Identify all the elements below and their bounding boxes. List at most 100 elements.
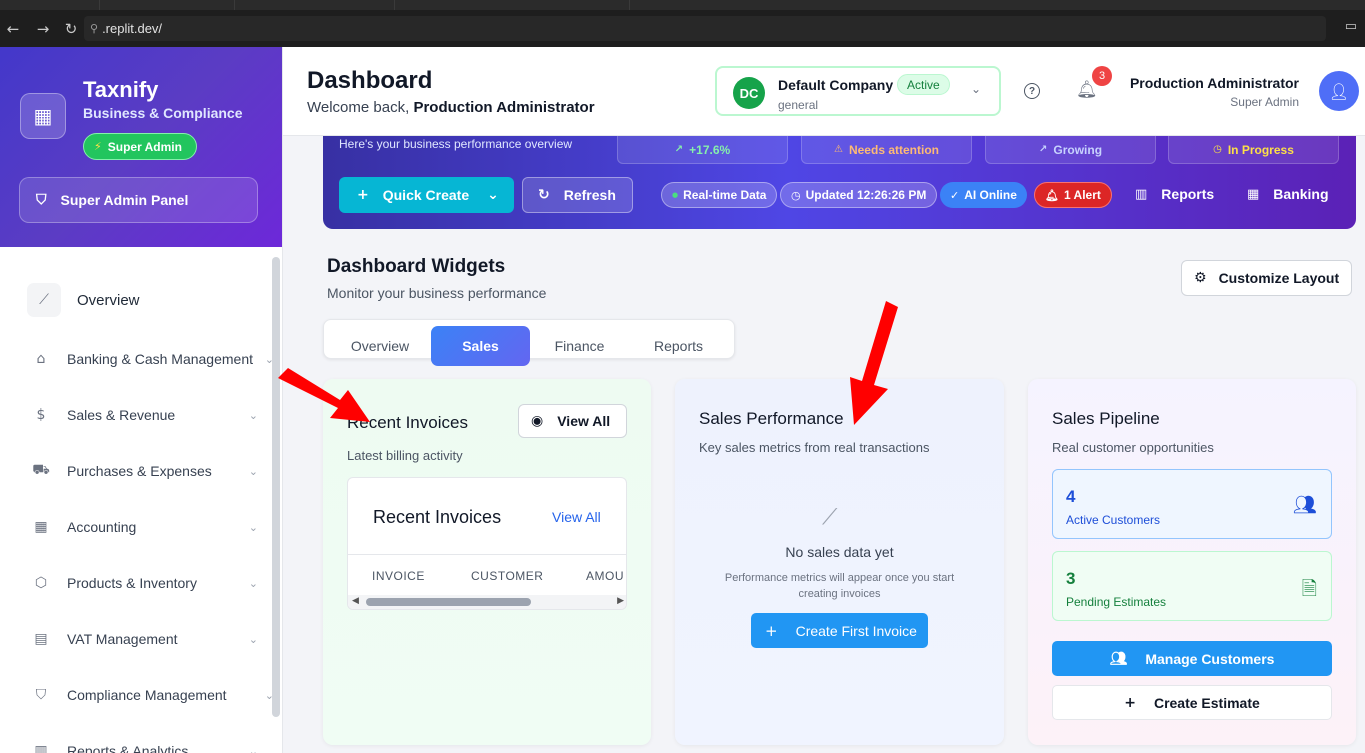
reload-icon[interactable]: ↻ (60, 20, 82, 38)
column-header: AMOU (586, 569, 624, 583)
sidebar-item-label: VAT Management (67, 631, 178, 647)
stat-progress: ◷ In Progress (1168, 136, 1339, 164)
divider (348, 554, 626, 555)
clock-icon: ◷ (1213, 144, 1222, 155)
sidebar-item-compliance[interactable]: ⛉ Compliance Management ⌄ (27, 678, 274, 712)
sidebar-nav: ⟋ Overview ⌂ Banking & Cash Management ⌄… (0, 247, 282, 753)
view-all-label: View All (557, 413, 611, 429)
chevron-down-icon: ⌄ (248, 408, 258, 422)
sidebar-item-label: Reports & Analytics (67, 743, 189, 753)
sidebar-item-label: Sales & Revenue (67, 407, 176, 423)
create-estimate-button[interactable]: + Create Estimate (1052, 685, 1332, 720)
active-customers-stat[interactable]: 4 Active Customers 👥︎ (1052, 469, 1332, 539)
chevron-down-icon: ⌄ (248, 464, 258, 478)
pending-estimates-count: 3 (1066, 569, 1076, 588)
ai-label: AI Online (964, 188, 1017, 202)
browser-tab[interactable] (100, 0, 235, 10)
company-selector[interactable]: DC Default Company Active general ⌄ (715, 66, 1001, 116)
refresh-button[interactable]: ↻ Refresh (522, 177, 633, 213)
scrollbar-thumb[interactable] (366, 598, 531, 606)
sidebar-item-banking[interactable]: ⌂ Banking & Cash Management ⌄ (27, 342, 274, 376)
reports-link[interactable]: ▥ Reports (1135, 186, 1214, 202)
users-icon: 👥︎ (1292, 494, 1317, 516)
eye-icon: ◉ (531, 413, 544, 429)
sidebar-item-purchases[interactable]: ⛟ Purchases & Expenses ⌄ (27, 454, 262, 488)
alert-badge[interactable]: 🔔︎ 1 Alert (1034, 182, 1112, 208)
card-title: Sales Pipeline (1052, 409, 1160, 428)
manage-customers-label: Manage Customers (1145, 650, 1275, 667)
url-field[interactable]: ⚲ .replit.dev/ (84, 16, 1326, 41)
chevron-down-icon: ⌄ (248, 520, 258, 534)
chart-line-icon: ⟋ (27, 283, 61, 317)
truck-icon: ⛟ (32, 462, 50, 478)
clock-icon: ◷ (791, 188, 801, 202)
forward-icon[interactable]: → (32, 20, 54, 38)
browser-tab[interactable] (0, 0, 100, 10)
notification-count-badge: 3 (1092, 66, 1112, 86)
refresh-icon: ↻ (538, 187, 550, 203)
realtime-badge: ● Real-time Data (661, 182, 778, 208)
sidebar-item-reports[interactable]: ▥ Reports & Analytics ⌄ (27, 734, 262, 753)
back-icon[interactable]: ← (2, 20, 24, 38)
chevron-down-icon: ⌄ (248, 632, 258, 646)
check-circle-icon: ✓ (950, 188, 960, 202)
performance-hero: Here's your business performance overvie… (323, 136, 1356, 229)
stat-attention: ⚠ Needs attention (801, 136, 972, 164)
tab-sales[interactable]: Sales (431, 326, 530, 366)
sidebar-item-accounting[interactable]: ▦ Accounting ⌄ (27, 510, 262, 544)
sales-performance-card: Sales Performance Key sales metrics from… (675, 379, 1004, 745)
plus-icon: + (357, 187, 369, 203)
banking-link[interactable]: ▦ Banking (1247, 186, 1329, 202)
sidebar-item-sales[interactable]: $ Sales & Revenue ⌄ (27, 398, 262, 432)
bar-chart-icon: ▥ (1135, 186, 1148, 202)
company-avatar: DC (733, 77, 765, 109)
stat-label: Growing (1053, 142, 1103, 157)
browser-tab[interactable] (395, 0, 630, 10)
tab-reports[interactable]: Reports (629, 326, 728, 366)
tab-finance[interactable]: Finance (530, 326, 629, 366)
company-type: general (778, 98, 819, 112)
scroll-right-icon[interactable]: ▶ (617, 596, 624, 606)
table-horizontal-scrollbar[interactable]: ◀ ▶ (348, 595, 626, 609)
reports-label: Reports (1161, 186, 1215, 202)
stat-growth: ↗ +17.6% (617, 136, 788, 164)
create-first-invoice-button[interactable]: + Create First Invoice (751, 613, 928, 648)
pending-estimates-stat[interactable]: 3 Pending Estimates 🗎︎ (1052, 551, 1332, 621)
overview-text: Here's your business performance overvie… (339, 137, 573, 151)
document-icon: 🗎︎ (1301, 578, 1317, 600)
box-icon: ⬡ (34, 575, 48, 591)
help-icon[interactable]: ? (1024, 83, 1040, 99)
chevron-down-icon: ⌄ (970, 82, 981, 96)
sidebar-item-vat[interactable]: ▤ VAT Management ⌄ (27, 622, 262, 656)
sidebar-scrollbar[interactable] (272, 257, 280, 717)
view-all-link[interactable]: View All (552, 509, 601, 525)
shield-icon: ⛉ (35, 687, 47, 703)
sales-pipeline-card: Sales Pipeline Real customer opportuniti… (1028, 379, 1356, 745)
bolt-icon: ⚡ (94, 140, 102, 153)
role-badge: ⚡ Super Admin (83, 133, 197, 160)
manage-customers-button[interactable]: 👥︎ Manage Customers (1052, 641, 1332, 676)
super-admin-panel-button[interactable]: ⛉ Super Admin Panel (19, 177, 258, 223)
quick-create-button[interactable]: + Quick Create ⌄ (339, 177, 514, 213)
stat-label: In Progress (1227, 142, 1294, 157)
customize-layout-button[interactable]: ⚙ Customize Layout (1181, 260, 1352, 296)
browser-tab[interactable] (235, 0, 395, 10)
arrow-up-right-icon: ↗ (674, 144, 684, 155)
sidebar-item-products[interactable]: ⬡ Products & Inventory ⌄ (27, 566, 262, 600)
realtime-label: Real-time Data (683, 188, 767, 202)
chevron-down-icon: ⌄ (248, 744, 258, 753)
sidebar-item-overview[interactable]: ⟋ Overview (27, 283, 262, 317)
plus-icon: + (1124, 694, 1136, 711)
bank-icon: ⌂ (36, 351, 46, 367)
sidebar-item-label: Overview (77, 291, 140, 309)
cast-icon[interactable]: ▭ (1345, 19, 1357, 34)
view-all-button[interactable]: ◉ View All (518, 404, 627, 438)
updated-badge: ◷ Updated 12:26:26 PM (780, 182, 938, 208)
user-avatar-icon[interactable]: 👤︎ (1319, 71, 1359, 111)
scroll-left-icon[interactable]: ◀ (352, 596, 359, 606)
panel-title: Recent Invoices (373, 507, 502, 527)
empty-state-title: No sales data yet (785, 544, 894, 560)
site-info-icon[interactable]: ⚲ (90, 22, 98, 35)
bell-icon: 🔔︎ (1045, 188, 1059, 202)
widget-tabs: Overview Sales Finance Reports (323, 319, 735, 366)
